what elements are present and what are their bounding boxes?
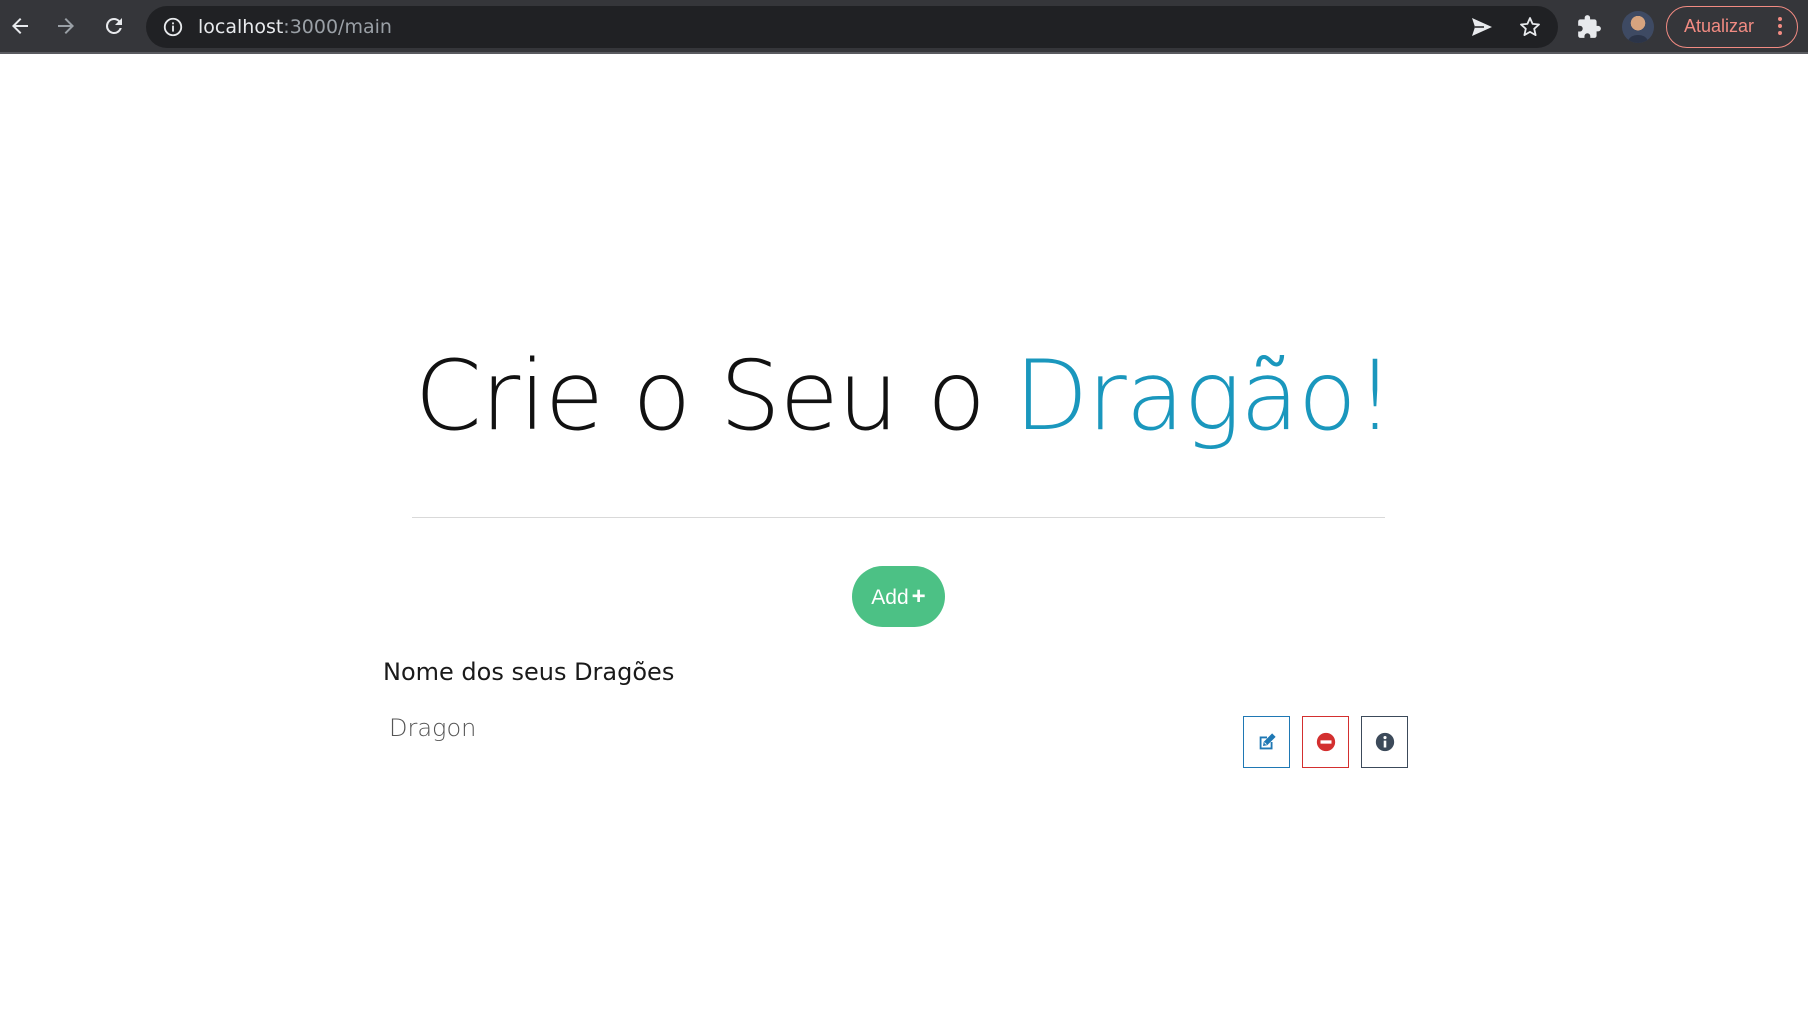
delete-button[interactable]	[1302, 716, 1349, 768]
reload-icon	[105, 17, 122, 34]
reload-button[interactable]	[98, 10, 130, 42]
update-button[interactable]: Atualizar	[1666, 6, 1798, 48]
star-icon[interactable]	[1518, 15, 1542, 39]
url-text[interactable]: localhost:3000/main	[198, 6, 392, 48]
plus-icon: +	[911, 583, 926, 610]
info-icon	[1375, 732, 1394, 752]
list-item: Dragon	[383, 710, 1408, 770]
three-dots-icon	[1777, 17, 1783, 37]
url-path: :3000/main	[283, 16, 392, 38]
title-accent: Dragão!	[1014, 340, 1394, 452]
info-button[interactable]	[1361, 716, 1408, 768]
send-icon[interactable]	[1470, 16, 1494, 38]
edit-button[interactable]	[1243, 716, 1290, 768]
browser-toolbar: localhost:3000/main Atualizar	[0, 0, 1808, 54]
list-heading: Nome dos seus Dragões	[383, 658, 675, 686]
page-title: Crie o Seu o Dragão!	[0, 336, 1808, 456]
puzzle-icon[interactable]	[1576, 14, 1602, 40]
arrow-right-icon	[58, 18, 74, 34]
update-label: Atualizar	[1684, 16, 1755, 36]
url-host: localhost	[198, 16, 284, 38]
address-bar[interactable]: localhost:3000/main	[146, 6, 1558, 48]
edit-icon	[1259, 733, 1276, 750]
divider	[412, 517, 1385, 518]
info-circle-icon[interactable]	[162, 16, 184, 38]
add-label: Add	[871, 586, 909, 609]
dragon-name: Dragon	[389, 714, 477, 742]
title-text: Crie o Seu o	[414, 340, 1015, 452]
arrow-left-icon	[12, 18, 28, 34]
add-dragon-button[interactable]: Add +	[852, 566, 945, 627]
delete-icon	[1316, 732, 1335, 752]
forward-button[interactable]	[50, 10, 82, 42]
back-button[interactable]	[4, 10, 36, 42]
profile-avatar[interactable]	[1622, 11, 1654, 43]
